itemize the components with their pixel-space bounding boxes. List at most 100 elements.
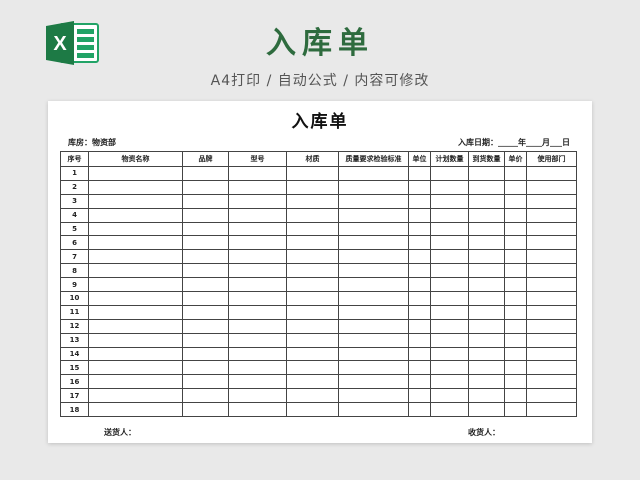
table-cell[interactable]	[228, 235, 287, 251]
table-cell[interactable]	[88, 207, 183, 223]
table-cell[interactable]	[228, 291, 287, 306]
table-cell[interactable]	[430, 346, 469, 362]
table-cell[interactable]	[182, 263, 229, 279]
table-cell[interactable]	[468, 402, 505, 418]
table-cell[interactable]	[504, 291, 527, 306]
table-cell[interactable]	[88, 179, 183, 195]
table-cell[interactable]	[468, 291, 505, 306]
table-cell[interactable]	[468, 374, 505, 390]
table-cell[interactable]	[504, 318, 527, 334]
table-cell[interactable]	[526, 332, 577, 348]
table-cell[interactable]	[526, 277, 577, 293]
table-cell[interactable]	[286, 235, 339, 251]
table-cell[interactable]	[408, 360, 431, 376]
table-cell[interactable]	[338, 179, 409, 195]
table-cell[interactable]	[286, 304, 339, 320]
table-cell[interactable]	[88, 193, 183, 209]
table-cell[interactable]	[286, 346, 339, 362]
table-cell[interactable]	[526, 249, 577, 265]
table-cell[interactable]	[430, 207, 469, 223]
table-cell[interactable]	[228, 360, 287, 376]
table-cell[interactable]	[430, 277, 469, 293]
table-cell[interactable]	[338, 207, 409, 223]
table-cell[interactable]	[526, 166, 577, 181]
table-cell[interactable]	[408, 402, 431, 418]
table-cell[interactable]	[526, 374, 577, 390]
table-cell[interactable]	[338, 249, 409, 265]
table-cell[interactable]	[468, 360, 505, 376]
table-cell[interactable]	[468, 179, 505, 195]
table-cell[interactable]	[408, 277, 431, 293]
table-cell[interactable]	[504, 346, 527, 362]
table-cell[interactable]	[88, 402, 183, 418]
table-cell[interactable]	[88, 166, 183, 181]
table-cell[interactable]	[430, 374, 469, 390]
table-cell[interactable]	[504, 402, 527, 418]
table-cell[interactable]	[88, 235, 183, 251]
table-cell[interactable]	[338, 346, 409, 362]
table-cell[interactable]	[286, 207, 339, 223]
table-cell[interactable]	[504, 249, 527, 265]
table-cell[interactable]	[338, 166, 409, 181]
table-cell[interactable]	[286, 193, 339, 209]
table-cell[interactable]	[338, 360, 409, 376]
table-cell[interactable]	[338, 402, 409, 418]
table-cell[interactable]	[504, 374, 527, 390]
table-cell[interactable]	[526, 402, 577, 418]
table-cell[interactable]	[430, 166, 469, 181]
table-cell[interactable]	[338, 277, 409, 293]
table-cell[interactable]	[228, 207, 287, 223]
table-cell[interactable]	[408, 291, 431, 306]
table-cell[interactable]	[504, 277, 527, 293]
table-cell[interactable]	[88, 291, 183, 306]
table-cell[interactable]	[228, 263, 287, 279]
table-cell[interactable]	[430, 318, 469, 334]
table-cell[interactable]	[430, 221, 469, 237]
table-cell[interactable]	[408, 193, 431, 209]
table-cell[interactable]	[338, 263, 409, 279]
table-cell[interactable]	[526, 193, 577, 209]
table-cell[interactable]	[468, 263, 505, 279]
table-cell[interactable]	[338, 374, 409, 390]
table-cell[interactable]	[182, 304, 229, 320]
table-cell[interactable]	[286, 318, 339, 334]
table-cell[interactable]	[430, 402, 469, 418]
table-cell[interactable]	[228, 179, 287, 195]
table-cell[interactable]	[286, 166, 339, 181]
table-cell[interactable]	[408, 346, 431, 362]
table-cell[interactable]	[468, 388, 505, 404]
table-cell[interactable]	[468, 249, 505, 265]
table-cell[interactable]	[88, 374, 183, 390]
table-cell[interactable]	[286, 291, 339, 306]
table-cell[interactable]	[526, 179, 577, 195]
table-cell[interactable]	[408, 221, 431, 237]
table-cell[interactable]	[182, 166, 229, 181]
table-cell[interactable]	[286, 332, 339, 348]
table-cell[interactable]	[338, 193, 409, 209]
table-cell[interactable]	[182, 360, 229, 376]
table-cell[interactable]	[88, 221, 183, 237]
table-cell[interactable]	[468, 166, 505, 181]
table-cell[interactable]	[182, 221, 229, 237]
table-cell[interactable]	[526, 318, 577, 334]
table-cell[interactable]	[338, 332, 409, 348]
table-cell[interactable]	[408, 304, 431, 320]
table-cell[interactable]	[182, 332, 229, 348]
table-cell[interactable]	[504, 304, 527, 320]
table-cell[interactable]	[182, 318, 229, 334]
table-cell[interactable]	[468, 235, 505, 251]
table-cell[interactable]	[182, 249, 229, 265]
table-cell[interactable]	[228, 221, 287, 237]
table-cell[interactable]	[228, 402, 287, 418]
table-cell[interactable]	[228, 304, 287, 320]
table-cell[interactable]	[286, 402, 339, 418]
table-cell[interactable]	[182, 277, 229, 293]
table-cell[interactable]	[408, 332, 431, 348]
table-cell[interactable]	[88, 277, 183, 293]
table-cell[interactable]	[430, 263, 469, 279]
table-cell[interactable]	[408, 318, 431, 334]
table-cell[interactable]	[182, 388, 229, 404]
table-cell[interactable]	[430, 291, 469, 306]
table-cell[interactable]	[408, 388, 431, 404]
table-cell[interactable]	[228, 193, 287, 209]
